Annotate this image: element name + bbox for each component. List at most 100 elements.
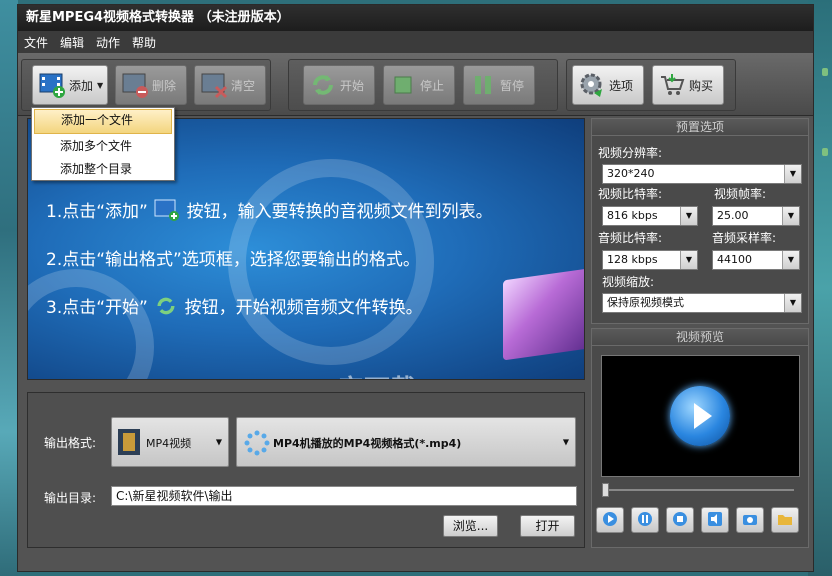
instruction-step-2: 2.点击“输出格式”选项框，选择您要输出的格式。 — [46, 250, 420, 270]
frame-rate-select[interactable]: 25.00 ▼ — [712, 206, 800, 226]
menu-add-folder[interactable]: 添加整个目录 — [32, 158, 174, 181]
snapshot-button[interactable] — [736, 507, 764, 533]
menu-file[interactable]: 文件 — [18, 34, 54, 51]
pause-button[interactable]: 暂停 — [463, 65, 535, 105]
menu-edit[interactable]: 编辑 — [54, 34, 90, 51]
start-button-label: 开始 — [340, 78, 365, 93]
frame-rate-value: 25.00 — [717, 209, 749, 222]
film-add-icon — [37, 70, 67, 100]
open-button[interactable]: 打开 — [520, 515, 575, 537]
add-dropdown-menu: 添加一个文件 添加多个文件 添加整个目录 — [31, 107, 175, 181]
delete-button-label: 删除 — [152, 78, 177, 93]
stop-icon — [672, 511, 688, 530]
output-profile-value: MP4机播放的MP4视频格式(*.mp4) — [273, 437, 462, 450]
resolution-label: 视频分辨率: — [598, 146, 663, 160]
chevron-down-icon: ▼ — [215, 437, 222, 447]
output-dir-field[interactable]: C:\新星视频软件\输出 — [111, 486, 577, 506]
desktop-icon — [822, 68, 828, 76]
browse-button[interactable]: 浏览... — [443, 515, 498, 537]
play-icon[interactable] — [670, 386, 730, 446]
output-format-value: MP4视频 — [146, 437, 192, 450]
add-button[interactable]: 添加 ▼ — [32, 65, 108, 105]
film-icon — [116, 427, 144, 460]
options-button[interactable]: 选项 — [572, 65, 644, 105]
output-panel: 输出格式: MP4视频 ▼ MP4机播放的MP4视频格式(*.mp4) ▼ 输出… — [27, 392, 585, 548]
desktop-background-left — [0, 0, 18, 576]
volume-button[interactable] — [701, 507, 729, 533]
folder-icon — [777, 511, 793, 530]
video-preview-title: 视频预览 — [592, 329, 808, 346]
seek-handle[interactable] — [602, 483, 609, 497]
video-bitrate-label: 视频比特率: — [598, 187, 663, 201]
pause-icon — [637, 511, 653, 530]
film-remove-icon — [120, 70, 150, 100]
output-format-combo[interactable]: MP4视频 ▼ — [111, 417, 229, 467]
chevron-down-icon: ▼ — [680, 207, 697, 225]
watermark: 安下载 anxz.com — [338, 369, 563, 379]
instruction-step-3: 3.点击“开始” 按钮，开始视频音频文件转换。 — [46, 293, 423, 323]
refresh-icon — [153, 294, 179, 323]
chevron-down-icon: ▼ — [562, 437, 569, 447]
output-profile-combo[interactable]: MP4机播放的MP4视频格式(*.mp4) ▼ — [236, 417, 576, 467]
options-button-label: 选项 — [609, 78, 634, 93]
chevron-down-icon: ▼ — [97, 80, 104, 90]
folder-illustration — [503, 267, 584, 361]
video-scale-label: 视频缩放: — [602, 275, 655, 289]
play-icon — [602, 511, 618, 530]
video-bitrate-value: 816 kbps — [607, 209, 658, 222]
chevron-down-icon: ▼ — [680, 251, 697, 269]
loading-spinner-icon — [243, 429, 271, 460]
delete-button[interactable]: 删除 — [115, 65, 187, 105]
film-reel-decoration — [28, 269, 154, 379]
clear-button[interactable]: 清空 — [194, 65, 266, 105]
buy-button[interactable]: 购买 — [652, 65, 724, 105]
shopping-cart-icon — [657, 70, 687, 100]
instruction-step-1: 1.点击“添加” 按钮，输入要转换的音视频文件到列表。 — [46, 197, 493, 227]
frame-rate-label: 视频帧率: — [714, 187, 767, 201]
preset-options-panel: 预置选项 视频分辨率: 320*240 ▼ 视频比特率: 视频帧率: 816 k… — [591, 118, 809, 324]
stop-button[interactable]: 停止 — [383, 65, 455, 105]
start-button[interactable]: 开始 — [303, 65, 375, 105]
buy-button-label: 购买 — [689, 78, 714, 93]
video-preview-screen — [601, 355, 800, 477]
stop-button-label: 停止 — [420, 78, 445, 93]
title-bar: 新星MPEG4视频格式转换器 （未注册版本） — [18, 5, 813, 31]
audio-bitrate-select[interactable]: 128 kbps ▼ — [602, 250, 698, 270]
resolution-select[interactable]: 320*240 ▼ — [602, 164, 802, 184]
pause-preview-button[interactable] — [631, 507, 659, 533]
speaker-icon — [707, 511, 723, 530]
film-add-icon — [153, 198, 181, 227]
video-scale-value: 保持原视频模式 — [607, 296, 684, 309]
menu-help[interactable]: 帮助 — [126, 34, 162, 51]
output-format-label: 输出格式: — [44, 436, 97, 450]
gear-icon — [577, 70, 607, 100]
video-preview-panel: 视频预览 — [591, 328, 809, 548]
seek-track[interactable] — [604, 489, 794, 491]
preset-options-title: 预置选项 — [592, 119, 808, 136]
chevron-down-icon: ▼ — [784, 165, 801, 183]
film-clear-icon — [199, 70, 229, 100]
audio-bitrate-value: 128 kbps — [607, 253, 658, 266]
menu-action[interactable]: 动作 — [90, 34, 126, 51]
resolution-value: 320*240 — [607, 167, 655, 180]
clear-button-label: 清空 — [231, 78, 256, 93]
chevron-down-icon: ▼ — [784, 294, 801, 312]
refresh-icon — [308, 70, 338, 100]
play-button[interactable] — [596, 507, 624, 533]
stop-preview-button[interactable] — [666, 507, 694, 533]
desktop-icon — [822, 148, 828, 156]
chevron-down-icon: ▼ — [782, 207, 799, 225]
menu-add-multiple-files[interactable]: 添加多个文件 — [32, 135, 174, 158]
open-folder-button[interactable] — [771, 507, 799, 533]
output-dir-label: 输出目录: — [44, 491, 97, 505]
pause-icon — [468, 70, 498, 100]
add-button-label: 添加 — [69, 78, 94, 93]
pause-button-label: 暂停 — [500, 78, 525, 93]
video-scale-select[interactable]: 保持原视频模式 ▼ — [602, 293, 802, 313]
sample-rate-value: 44100 — [717, 253, 752, 266]
sample-rate-select[interactable]: 44100 ▼ — [712, 250, 800, 270]
stop-icon — [388, 70, 418, 100]
video-bitrate-select[interactable]: 816 kbps ▼ — [602, 206, 698, 226]
menu-add-one-file[interactable]: 添加一个文件 — [34, 109, 172, 134]
chevron-down-icon: ▼ — [782, 251, 799, 269]
